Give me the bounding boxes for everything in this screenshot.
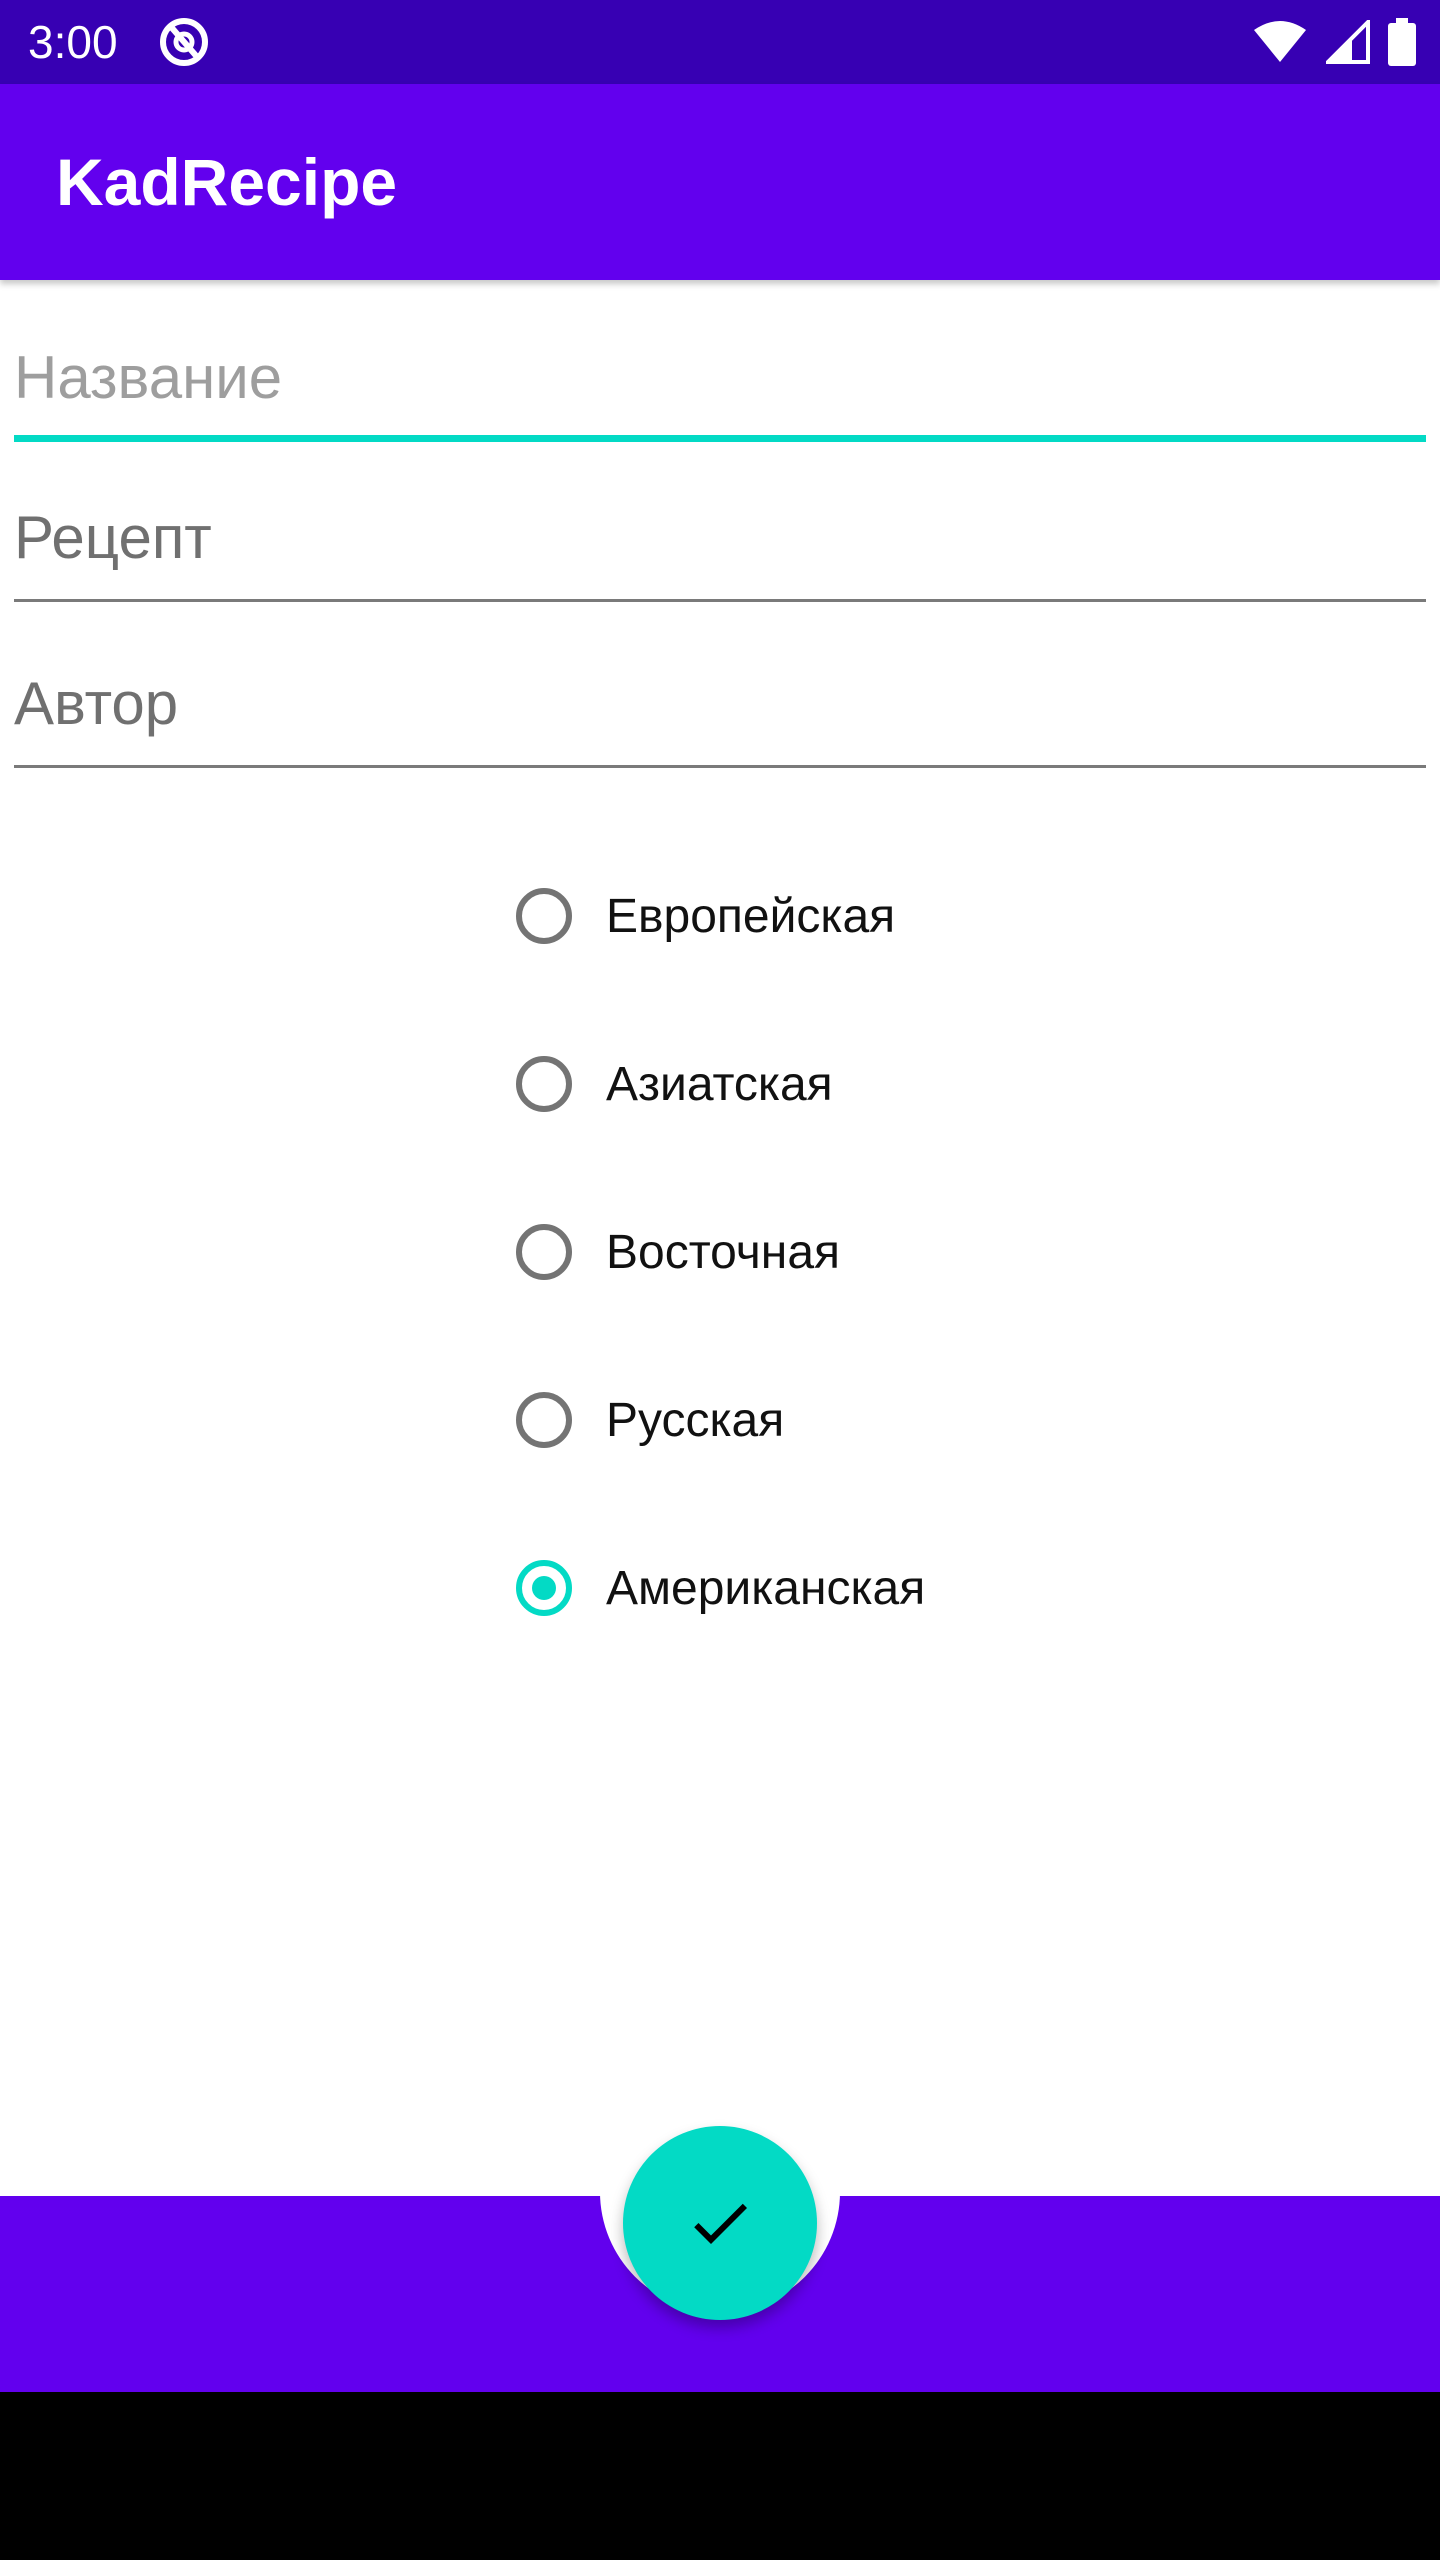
app-bar: KadRecipe	[0, 84, 1440, 280]
radio-label: Европейская	[606, 889, 896, 943]
recipe-field	[14, 482, 1426, 602]
check-icon	[694, 2203, 747, 2244]
cuisine-radio-group: Европейская Азиатская Восточная Русская …	[516, 832, 1216, 1672]
radio-eastern[interactable]: Восточная	[516, 1168, 1216, 1336]
radio-button-icon[interactable]	[516, 888, 572, 944]
radio-label: Русская	[606, 1393, 785, 1447]
app-notification-icon	[160, 18, 208, 66]
battery-icon	[1388, 18, 1416, 66]
radio-label: Американская	[606, 1561, 926, 1615]
author-field	[14, 648, 1426, 768]
radio-label: Восточная	[606, 1225, 840, 1279]
author-input[interactable]	[14, 648, 1426, 758]
recipe-field-underline	[14, 599, 1426, 602]
radio-asian[interactable]: Азиатская	[516, 1000, 1216, 1168]
name-field-underline	[14, 435, 1426, 442]
system-nav-bar	[0, 2392, 1440, 2560]
radio-label: Азиатская	[606, 1057, 833, 1111]
radio-button-icon[interactable]	[516, 1392, 572, 1448]
radio-button-icon[interactable]	[516, 1560, 572, 1616]
author-field-underline	[14, 765, 1426, 768]
status-time: 3:00	[28, 16, 118, 68]
status-icons	[1252, 16, 1416, 68]
name-field	[14, 322, 1426, 442]
radio-russian[interactable]: Русская	[516, 1336, 1216, 1504]
radio-button-icon[interactable]	[516, 1224, 572, 1280]
app-title: KadRecipe	[56, 145, 398, 219]
radio-american[interactable]: Американская	[516, 1504, 1216, 1672]
wifi-icon	[1254, 21, 1306, 62]
save-fab[interactable]	[623, 2126, 817, 2320]
cell-signal-icon	[1326, 20, 1370, 64]
recipe-input[interactable]	[14, 482, 1426, 592]
name-input[interactable]	[14, 322, 1426, 432]
radio-button-icon[interactable]	[516, 1056, 572, 1112]
radio-european[interactable]: Европейская	[516, 832, 1216, 1000]
status-bar: 3:00	[0, 0, 1440, 84]
